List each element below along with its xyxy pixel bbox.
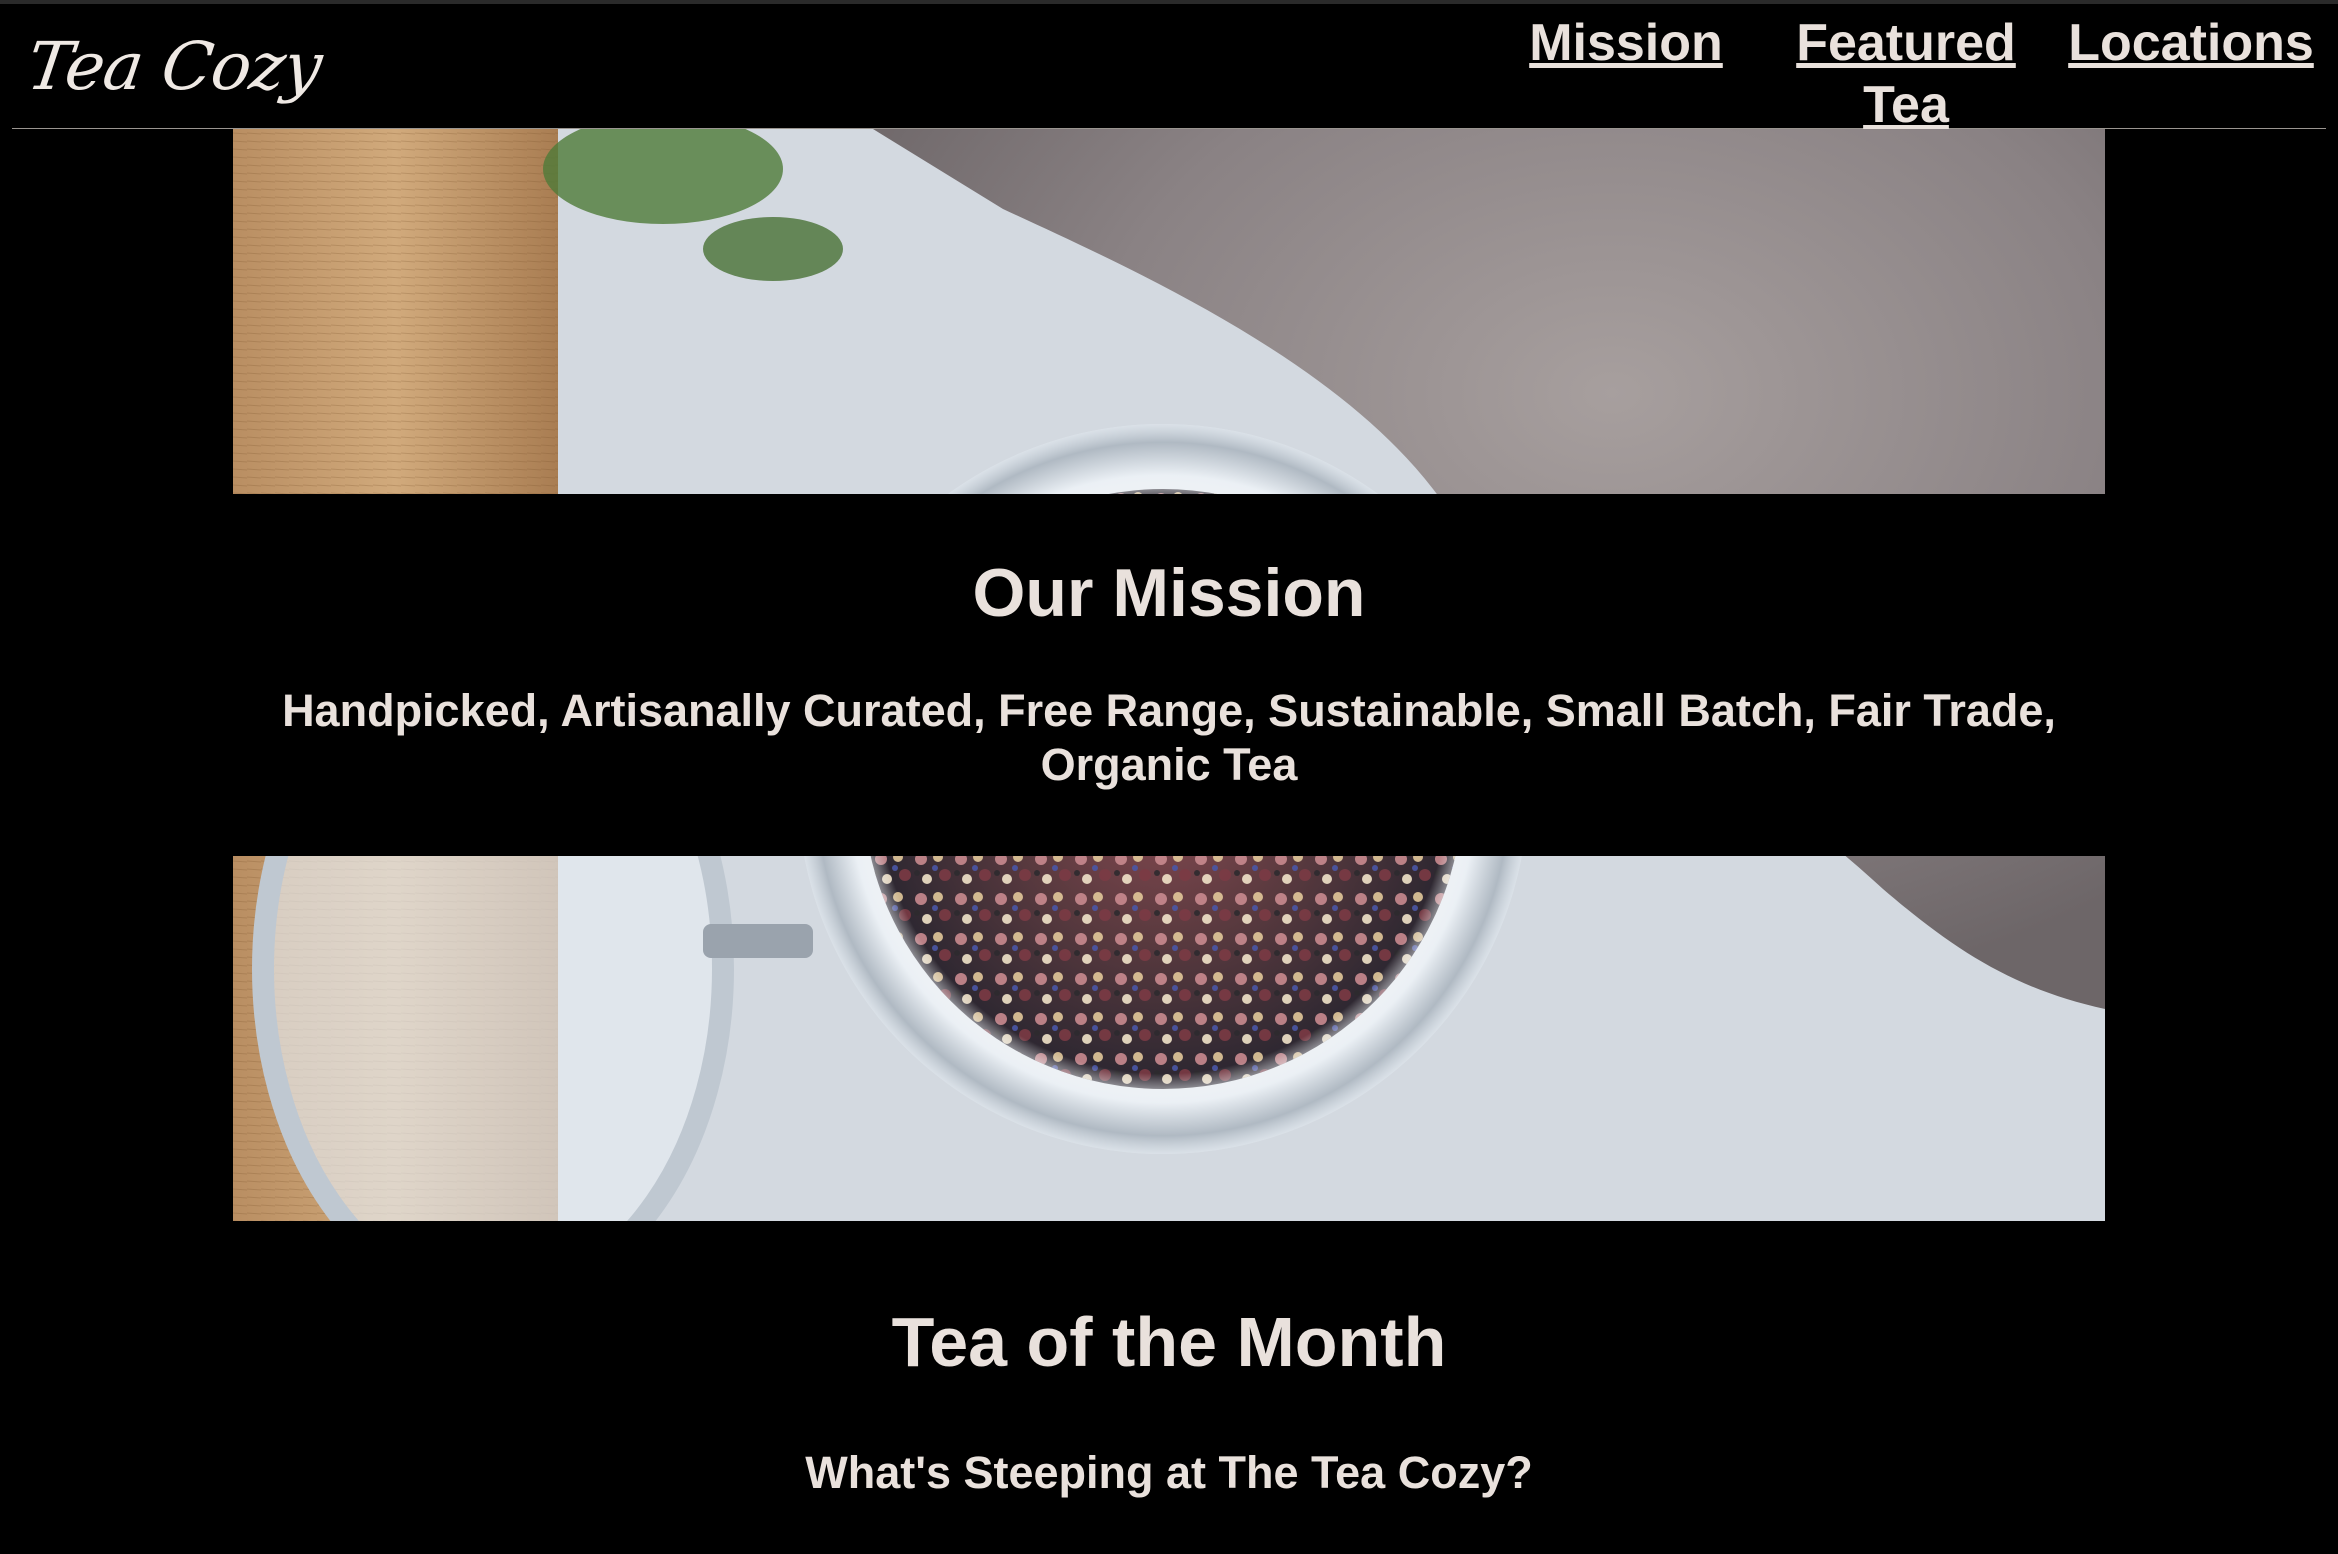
site-logo[interactable]: Tea Cozy xyxy=(23,28,326,105)
mission-hero: Our Mission Handpicked, Artisanally Cura… xyxy=(233,129,2105,1221)
nav-link-mission[interactable]: Mission xyxy=(1516,12,1736,74)
nav-link-featured-tea[interactable]: Featured Tea xyxy=(1786,12,2026,136)
mission-statement: Handpicked, Artisanally Curated, Free Ra… xyxy=(282,685,2056,790)
tea-of-month-subtitle: What's Steeping at The Tea Cozy? xyxy=(805,1447,1533,1498)
nav-link-locations[interactable]: Locations xyxy=(2056,12,2326,74)
tea-of-month-title: Tea of the Month xyxy=(891,1303,1447,1381)
site-header: Tea Cozy Mission Featured Tea Locations xyxy=(12,4,2326,134)
mission-title: Our Mission xyxy=(972,555,1366,631)
mission-band: Our Mission Handpicked, Artisanally Cura… xyxy=(233,494,2105,856)
page: Tea Cozy Mission Featured Tea Locations xyxy=(0,0,2338,1554)
